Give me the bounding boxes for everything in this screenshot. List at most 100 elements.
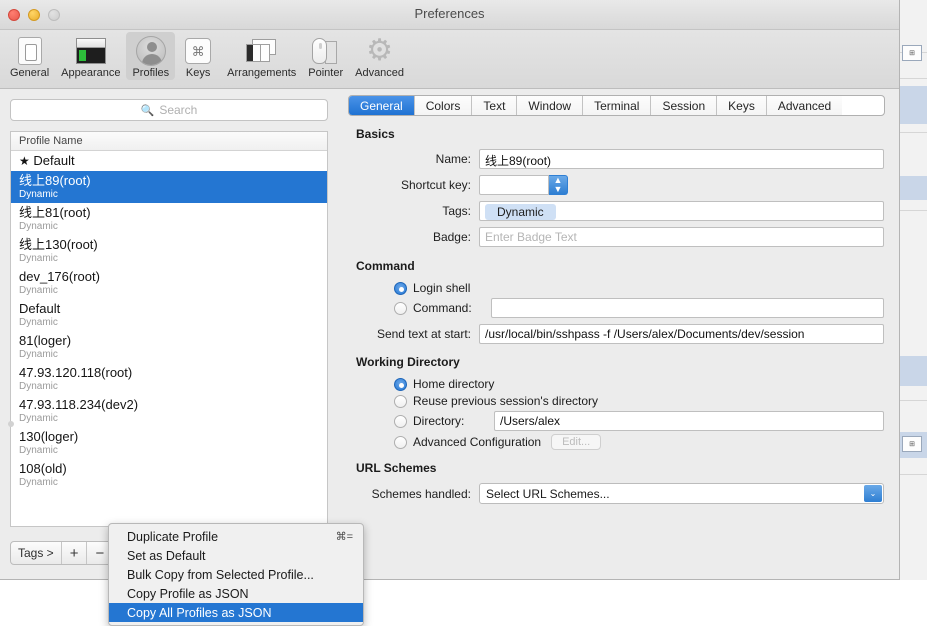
- toolbar-item-pointer[interactable]: Pointer: [302, 32, 349, 80]
- default-star-icon: ★: [19, 154, 30, 168]
- toolbar-item-advanced[interactable]: ⚙ Advanced: [349, 32, 410, 80]
- list-item[interactable]: 线上130(root) Dynamic: [11, 235, 327, 267]
- advanced-configuration-radio[interactable]: [394, 435, 407, 449]
- tag-chip[interactable]: Dynamic: [485, 204, 556, 220]
- menu-item-duplicate-profile[interactable]: Duplicate Profile ⌘=: [109, 527, 363, 546]
- toolbar-label: Keys: [185, 67, 211, 79]
- login-shell-radio[interactable]: [394, 281, 407, 295]
- badge-label: Badge:: [432, 230, 471, 244]
- tab-colors[interactable]: Colors: [414, 96, 473, 115]
- tab-session[interactable]: Session: [651, 96, 718, 115]
- shortcut-key-stepper[interactable]: ▲ ▼: [479, 175, 568, 195]
- profile-subtitle: Dynamic: [19, 413, 58, 424]
- login-shell-row[interactable]: Login shell: [394, 281, 884, 295]
- shortcut-key-row: Shortcut key: ▲ ▼: [348, 175, 884, 195]
- tags-field[interactable]: Dynamic: [479, 201, 884, 221]
- menu-item-set-as-default[interactable]: Set as Default: [109, 546, 363, 565]
- advanced-configuration-label: Advanced Configuration: [413, 435, 542, 449]
- list-item[interactable]: 47.93.120.118(root) Dynamic: [11, 363, 327, 395]
- command-label: Command:: [413, 301, 472, 315]
- list-item[interactable]: ★ Default: [11, 151, 327, 171]
- send-text-field[interactable]: /usr/local/bin/sshpass -f /Users/alex/Do…: [479, 324, 884, 344]
- tab-keys[interactable]: Keys: [717, 96, 767, 115]
- list-item[interactable]: Default Dynamic: [11, 299, 327, 331]
- url-schemes-dropdown[interactable]: Select URL Schemes... ⌄: [479, 483, 884, 504]
- menu-item-label: Bulk Copy from Selected Profile...: [127, 567, 314, 582]
- command-section-title: Command: [356, 259, 415, 273]
- schemes-handled-label: Schemes handled:: [371, 486, 471, 501]
- badge-row: Badge: Enter Badge Text: [348, 227, 884, 247]
- profile-subtitle: Dynamic: [19, 317, 58, 328]
- directory-field[interactable]: /Users/alex: [494, 411, 884, 431]
- command-field[interactable]: [491, 298, 884, 318]
- arrangements-icon: [245, 34, 279, 68]
- profile-subtitle: Dynamic: [19, 189, 58, 200]
- edit-button: Edit...: [551, 434, 602, 450]
- reuse-directory-row[interactable]: Reuse previous session's directory: [394, 394, 884, 408]
- list-item[interactable]: dev_176(root) Dynamic: [11, 267, 327, 299]
- profile-name: 108(old): [19, 461, 67, 476]
- tags-row: Tags: Dynamic: [348, 201, 884, 221]
- login-shell-label: Login shell: [413, 281, 471, 295]
- basics-section-title: Basics: [356, 127, 395, 141]
- menu-item-copy-profile-as-json[interactable]: Copy Profile as JSON: [109, 584, 363, 603]
- badge-field[interactable]: Enter Badge Text: [479, 227, 884, 247]
- toolbar-label: General: [10, 67, 50, 79]
- list-item[interactable]: 81(loger) Dynamic: [11, 331, 327, 363]
- search-placeholder: Search: [159, 103, 198, 117]
- home-directory-label: Home directory: [413, 377, 495, 391]
- tab-window[interactable]: Window: [517, 96, 584, 115]
- list-item[interactable]: 线上81(root) Dynamic: [11, 203, 327, 235]
- list-item[interactable]: 108(old) Dynamic: [11, 459, 327, 491]
- stepper-arrows-icon[interactable]: ▲ ▼: [549, 175, 568, 195]
- toolbar-label: Arrangements: [227, 67, 297, 79]
- name-field[interactable]: 线上89(root): [479, 149, 884, 169]
- window-title: Preferences: [414, 6, 485, 21]
- scroll-marker-dot: [8, 421, 14, 427]
- tab-terminal[interactable]: Terminal: [583, 96, 652, 115]
- other-actions-context-menu: Duplicate Profile ⌘= Set as Default Bulk…: [108, 523, 364, 626]
- profile-list[interactable]: Profile Name ★ Default 线上89(root) Dynami…: [10, 131, 328, 527]
- profile-subtitle: Dynamic: [19, 221, 58, 232]
- general-icon: [13, 34, 47, 68]
- menu-item-bulk-copy[interactable]: Bulk Copy from Selected Profile...: [109, 565, 363, 584]
- profile-subtitle: Dynamic: [19, 285, 58, 296]
- profile-settings-pane: General Colors Text Window Terminal Sess…: [344, 89, 892, 579]
- list-item[interactable]: 130(loger) Dynamic: [11, 427, 327, 459]
- toolbar-label: Profiles: [132, 67, 170, 79]
- tab-advanced[interactable]: Advanced: [766, 96, 843, 115]
- menu-item-label: Set as Default: [127, 548, 206, 563]
- name-label: Name:: [435, 152, 471, 166]
- working-directory-section-title: Working Directory: [356, 355, 460, 369]
- profile-subtitle: Dynamic: [19, 477, 58, 488]
- search-icon: 🔍: [140, 104, 155, 117]
- content-area: 🔍 Search Profile Name ★ Default 线上89(roo…: [0, 89, 899, 626]
- toolbar-item-appearance[interactable]: Appearance: [55, 32, 126, 80]
- directory-row: Directory: /Users/alex: [394, 411, 884, 431]
- toolbar-item-arrangements[interactable]: Arrangements: [221, 32, 302, 80]
- reuse-directory-label: Reuse previous session's directory: [413, 394, 599, 408]
- search-input[interactable]: 🔍 Search: [10, 99, 328, 121]
- url-schemes-section-title: URL Schemes: [356, 461, 437, 475]
- tags-button[interactable]: Tags >: [11, 542, 62, 564]
- directory-radio[interactable]: [394, 414, 407, 428]
- reuse-directory-radio[interactable]: [394, 394, 407, 408]
- list-item[interactable]: 47.93.118.234(dev2) Dynamic: [11, 395, 327, 427]
- home-directory-radio[interactable]: [394, 377, 407, 391]
- profile-name: 线上89(root): [19, 173, 91, 188]
- profile-name: 81(loger): [19, 333, 72, 348]
- profile-name: 47.93.120.118(root): [19, 365, 133, 380]
- home-directory-row[interactable]: Home directory: [394, 377, 884, 391]
- settings-tab-bar: General Colors Text Window Terminal Sess…: [348, 95, 885, 116]
- toolbar-item-profiles[interactable]: Profiles: [126, 32, 176, 80]
- tab-text[interactable]: Text: [472, 96, 518, 115]
- command-radio[interactable]: [394, 301, 407, 315]
- tab-general[interactable]: General: [349, 96, 415, 115]
- toolbar-item-keys[interactable]: ⌘ Keys: [175, 32, 221, 80]
- add-profile-button[interactable]: +: [62, 542, 88, 564]
- list-item[interactable]: 线上89(root) Dynamic: [11, 171, 327, 203]
- shortcut-key-field[interactable]: [479, 175, 549, 195]
- toolbar-item-general[interactable]: General: [4, 32, 55, 80]
- toolbar-label: Advanced: [355, 67, 405, 79]
- menu-item-copy-all-profiles-as-json[interactable]: Copy All Profiles as JSON: [109, 603, 363, 622]
